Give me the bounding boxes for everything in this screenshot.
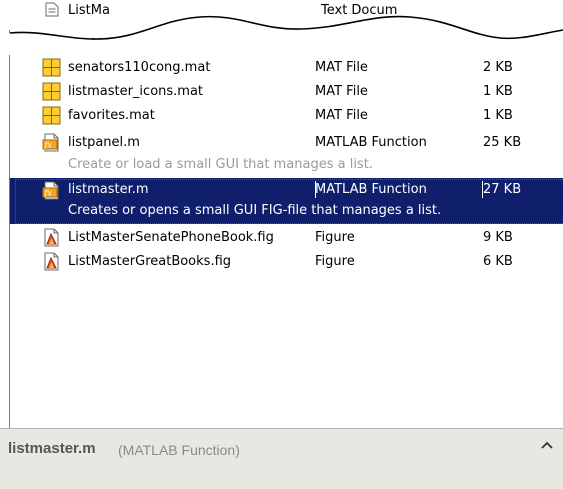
file-size: 1 KB [483,108,513,123]
file-row[interactable]: senators110cong.mat MAT File 2 KB [10,56,563,79]
file-row[interactable]: fx listpanel.m MATLAB Function 25 KB [10,131,563,154]
file-type: Figure [315,254,355,269]
file-description-row: Create or load a small GUI that manages … [10,155,563,175]
torn-file-type: Text Docum [320,3,397,18]
file-type: MAT File [315,84,368,99]
file-name: listpanel.m [68,135,140,150]
svg-text:fx: fx [44,141,53,150]
file-size: 25 KB [483,135,522,150]
mat-file-icon [42,106,61,125]
figure-icon [42,252,61,271]
file-type: MAT File [315,108,368,123]
file-type: MAT File [315,60,368,75]
focus-rectangle [15,179,563,224]
torn-edge: ListMa Text Docum [0,0,563,55]
file-row[interactable]: ListMasterGreatBooks.fig Figure 6 KB [10,250,563,273]
file-name: senators110cong.mat [68,60,211,75]
torn-file-name: ListMa [68,3,110,18]
matlab-function-icon: fx [42,133,61,152]
file-name: listmaster_icons.mat [68,84,204,99]
file-name: ListMasterSenatePhoneBook.fig [68,230,274,245]
file-browser: ListMaster - G Text Document senators110… [0,0,563,489]
file-row[interactable]: listmaster_icons.mat MAT File 1 KB [10,80,563,103]
details-panel [0,463,563,489]
file-row[interactable]: ListMasterSenatePhoneBook.fig Figure 9 K… [10,226,563,249]
file-size: 2 KB [483,60,513,75]
figure-icon [42,228,61,247]
text-document-icon [45,2,59,17]
file-type: Figure [315,230,355,245]
file-name: ListMasterGreatBooks.fig [68,254,232,269]
chevron-up-icon[interactable] [537,435,557,455]
status-file-type: (MATLAB Function) [118,442,240,458]
mat-file-icon [42,58,61,77]
status-file-name: listmaster.m [8,440,96,457]
file-row[interactable]: favorites.mat MAT File 1 KB [10,104,563,127]
file-description: Create or load a small GUI that manages … [68,157,373,172]
file-size: 6 KB [483,254,513,269]
file-type: MATLAB Function [315,135,427,150]
mat-file-icon [42,82,61,101]
file-size: 9 KB [483,230,513,245]
file-size: 1 KB [483,84,513,99]
file-name: favorites.mat [68,108,155,123]
status-bar: listmaster.m (MATLAB Function) [0,428,563,463]
